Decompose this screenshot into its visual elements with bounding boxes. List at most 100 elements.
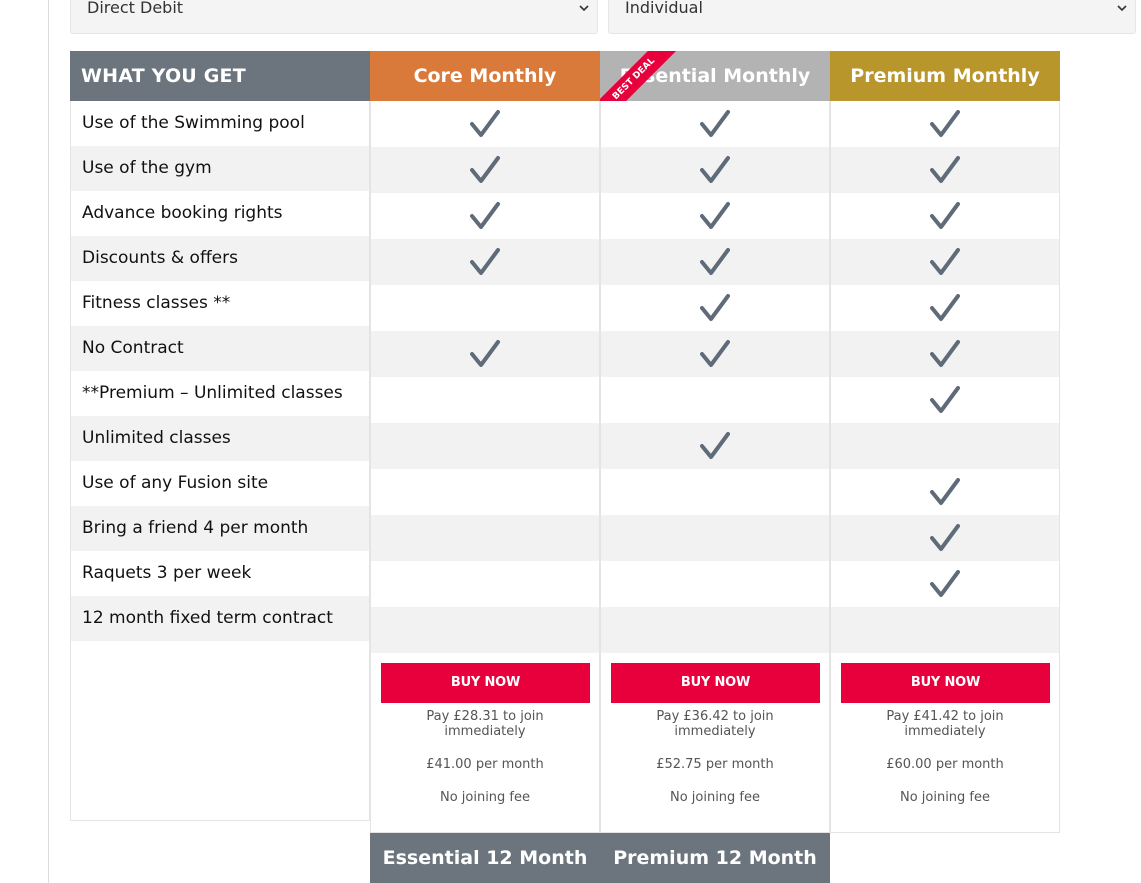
plan-footer: BUY NOW Pay £36.42 to join immediately £52…	[600, 653, 830, 833]
plan-cell	[600, 423, 830, 469]
joining-fee-text: No joining fee	[669, 790, 761, 805]
monthly-price-text: £60.00 per month	[886, 757, 1004, 772]
premium-12-month-header: Premium 12 Month	[600, 833, 830, 883]
plan-cell	[830, 515, 1060, 561]
plan-cell	[830, 193, 1060, 239]
plan-cell	[830, 331, 1060, 377]
check-icon	[930, 156, 960, 183]
plan-cell	[370, 331, 600, 377]
plan-cell	[370, 285, 600, 331]
join-price-text: Pay £28.31 to join immediately	[426, 709, 544, 739]
plan-cell	[600, 193, 830, 239]
monthly-price-text: £52.75 per month	[656, 757, 774, 772]
join-price-text: Pay £36.42 to join immediately	[656, 709, 774, 739]
check-icon	[930, 110, 960, 137]
plan-cell	[370, 377, 600, 423]
joining-fee-text: No joining fee	[899, 790, 991, 805]
buy-now-button[interactable]: BUY NOW	[381, 663, 590, 703]
feature-row: Fitness classes **	[70, 281, 370, 326]
plan-cell	[370, 607, 600, 653]
check-icon	[930, 248, 960, 275]
payment-method-value: Direct Debit	[87, 0, 184, 17]
check-icon	[470, 156, 500, 183]
plan-cell	[830, 285, 1060, 331]
plan-cell	[600, 239, 830, 285]
check-icon	[930, 478, 960, 505]
page-left-border	[48, 0, 49, 883]
plan-cell	[370, 147, 600, 193]
plan-cell	[370, 469, 600, 515]
feature-row: Use of any Fusion site	[70, 461, 370, 506]
plan-cell	[830, 607, 1060, 653]
joining-fee-text: No joining fee	[439, 790, 531, 805]
payment-method-select[interactable]: Direct Debit	[70, 0, 598, 34]
chevron-down-icon	[579, 1, 589, 15]
check-icon	[470, 248, 500, 275]
plan-cell	[370, 239, 600, 285]
plan-cell	[600, 377, 830, 423]
plan-cell	[830, 377, 1060, 423]
check-icon	[930, 294, 960, 321]
plan-name: Premium Monthly	[850, 65, 1040, 87]
feature-row: Discounts & offers	[70, 236, 370, 281]
feature-row: Use of the gym	[70, 146, 370, 191]
ribbon-label: BEST DEAL	[600, 51, 680, 101]
plan-cell	[370, 423, 600, 469]
membership-type-value: Individual	[625, 0, 703, 17]
feature-column: WHAT YOU GET Use of the Swimming pool Use…	[70, 51, 370, 821]
feature-row: 12 month fixed term contract	[70, 596, 370, 641]
plan-cell	[830, 423, 1060, 469]
feature-row: **Premium – Unlimited classes	[70, 371, 370, 416]
check-icon	[700, 340, 730, 367]
join-price-text: Pay £41.42 to join immediately	[886, 709, 1004, 739]
plan-cell	[830, 561, 1060, 607]
check-icon	[700, 110, 730, 137]
plan-column: Essential Monthly BEST DEAL BUY NOW Pay £36…	[600, 51, 830, 833]
plan-column: Premium Monthly BUY NOW Pay £41.42 to join…	[830, 51, 1060, 833]
feature-row: Bring a friend 4 per month	[70, 506, 370, 551]
buy-now-button[interactable]: BUY NOW	[841, 663, 1050, 703]
feature-column-footer	[70, 641, 370, 821]
check-icon	[700, 248, 730, 275]
check-icon	[700, 432, 730, 459]
plan-footer: BUY NOW Pay £28.31 to join immediately £41…	[370, 653, 600, 833]
feature-row: Advance booking rights	[70, 191, 370, 236]
plan-cell	[830, 239, 1060, 285]
plan-cell	[600, 607, 830, 653]
plan-cell	[600, 469, 830, 515]
plan-cell	[830, 101, 1060, 147]
membership-type-select[interactable]: Individual	[608, 0, 1136, 34]
check-icon	[930, 202, 960, 229]
check-icon	[930, 570, 960, 597]
check-icon	[470, 202, 500, 229]
check-icon	[930, 524, 960, 551]
plan-cell	[370, 561, 600, 607]
check-icon	[700, 294, 730, 321]
plan-cell	[600, 147, 830, 193]
check-icon	[700, 202, 730, 229]
check-icon	[930, 386, 960, 413]
buy-now-button[interactable]: BUY NOW	[611, 663, 820, 703]
plan-cell	[600, 515, 830, 561]
plan-cell	[370, 193, 600, 239]
chevron-down-icon	[1117, 1, 1127, 15]
plan-cell	[370, 515, 600, 561]
plan-header: Essential Monthly BEST DEAL	[600, 51, 830, 101]
feature-row: Unlimited classes	[70, 416, 370, 461]
plan-cell	[600, 561, 830, 607]
plan-cell	[370, 101, 600, 147]
monthly-price-text: £41.00 per month	[426, 757, 544, 772]
check-icon	[700, 156, 730, 183]
plan-cell	[600, 101, 830, 147]
plan-cell	[830, 147, 1060, 193]
essential-12-month-header: Essential 12 Month	[370, 833, 600, 883]
plan-column: Core Monthly BUY NOW Pay £28.31 to join im…	[370, 51, 600, 833]
plan-cell	[600, 285, 830, 331]
plan-cell	[600, 331, 830, 377]
plan-header: Core Monthly	[370, 51, 600, 101]
check-icon	[470, 340, 500, 367]
best-deal-ribbon: BEST DEAL	[600, 51, 680, 101]
feature-row: No Contract	[70, 326, 370, 371]
plan-cell	[830, 469, 1060, 515]
check-icon	[470, 110, 500, 137]
